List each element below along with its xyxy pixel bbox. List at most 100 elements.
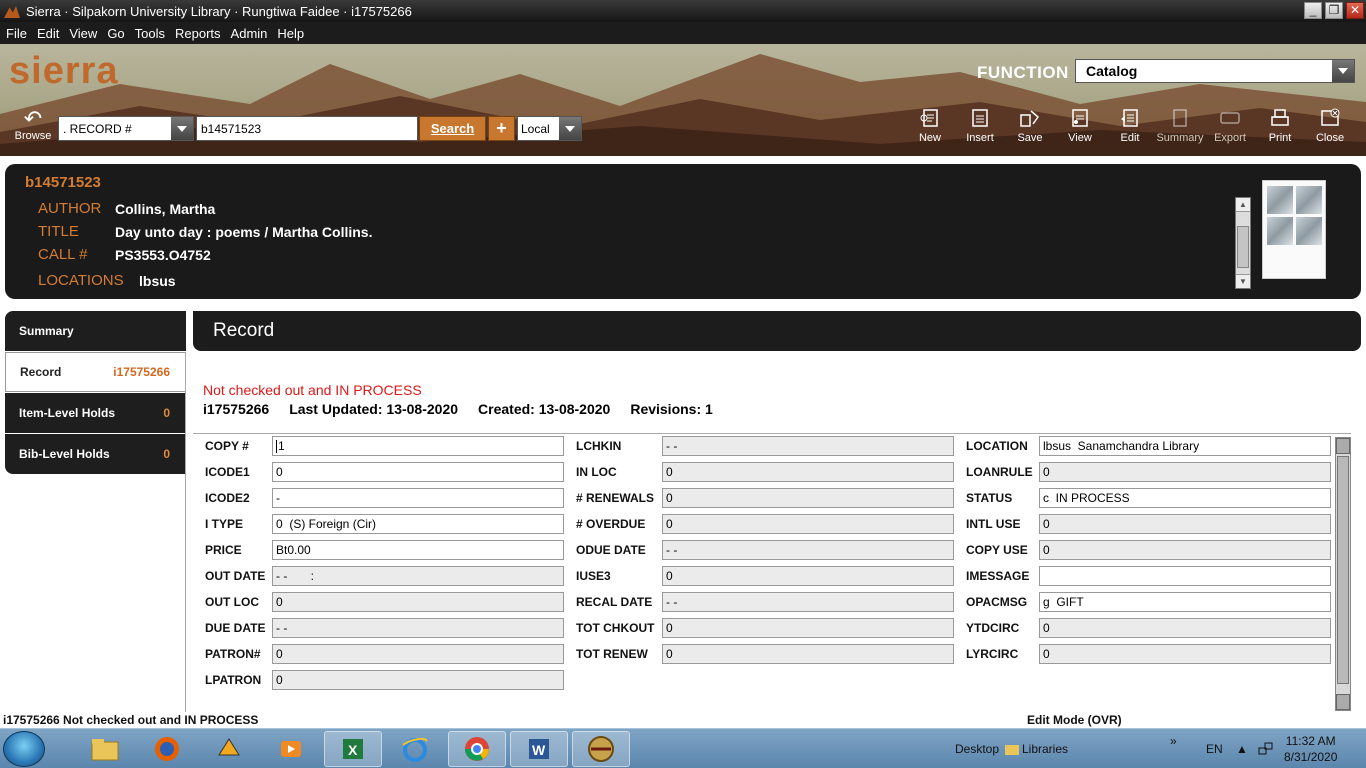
field-value[interactable]: lbsus Sanamchandra Library	[1039, 436, 1331, 456]
bib-call-row: CALL # PS3553.O4752	[38, 246, 211, 263]
system-clock[interactable]: 11:32 AM 8/31/2020	[1284, 733, 1337, 765]
new-button[interactable]: New	[905, 104, 955, 144]
field-value[interactable]: 0	[1039, 462, 1331, 482]
scroll-thumb[interactable]	[1237, 226, 1249, 268]
field-label: LOCATION	[966, 439, 1028, 453]
field-label: YTDCIRC	[966, 621, 1020, 635]
field-value[interactable]: c IN PROCESS	[1039, 488, 1331, 508]
nav-summary-label: Summary	[19, 324, 74, 338]
window-close-button[interactable]: ✕	[1346, 2, 1364, 19]
field-label: LPATRON	[205, 673, 262, 687]
chevron-down-icon[interactable]	[171, 117, 193, 140]
scroll-thumb[interactable]	[1337, 456, 1349, 684]
record-id: i17575266	[203, 401, 270, 417]
nav-summary[interactable]: Summary	[5, 311, 186, 351]
excel-taskbar-icon[interactable]: X	[324, 731, 382, 767]
menu-help[interactable]: Help	[277, 26, 304, 41]
search-input[interactable]	[196, 116, 418, 141]
field-value[interactable]: 0	[1039, 644, 1331, 664]
libraries-toolbar[interactable]: Libraries	[1005, 729, 1068, 768]
menu-file[interactable]: File	[6, 26, 27, 41]
field-location: LOCATION lbsus Sanamchandra Library	[0, 436, 1366, 456]
summary-button[interactable]: Summary	[1155, 104, 1205, 144]
export-button[interactable]: Export	[1205, 104, 1255, 144]
menu-go[interactable]: Go	[107, 26, 124, 41]
edit-button[interactable]: Edit	[1105, 104, 1155, 144]
field-label: LYRCIRC	[966, 647, 1019, 661]
minimize-button[interactable]: _	[1304, 2, 1322, 19]
menu-tools[interactable]: Tools	[135, 26, 165, 41]
field-label: STATUS	[966, 491, 1013, 505]
function-value: Catalog	[1086, 63, 1138, 79]
word-taskbar-icon[interactable]: W	[510, 731, 568, 767]
chevron-down-icon[interactable]	[1332, 60, 1354, 82]
scroll-down-icon[interactable]: ▼	[1236, 274, 1250, 288]
menu-admin[interactable]: Admin	[231, 26, 268, 41]
record-revisions: Revisions: 1	[630, 401, 713, 417]
insert-button[interactable]: Insert	[955, 104, 1005, 144]
print-button[interactable]: Print	[1255, 104, 1305, 144]
firefox-taskbar-icon[interactable]	[138, 731, 196, 767]
record-type-select[interactable]: . RECORD #	[58, 116, 194, 141]
field-value[interactable]: g GIFT	[1039, 592, 1331, 612]
field-value[interactable]: 0	[1039, 514, 1331, 534]
insert-icon	[972, 109, 988, 127]
winamp-taskbar-icon[interactable]	[200, 731, 258, 767]
scope-select[interactable]: Local	[517, 116, 582, 141]
network-icon[interactable]	[1258, 729, 1274, 768]
scroll-up-icon[interactable]	[1336, 438, 1350, 454]
summary-label: Summary	[1156, 132, 1204, 144]
field-value[interactable]: 0	[1039, 540, 1331, 560]
field-value[interactable]	[1039, 566, 1331, 586]
ie-taskbar-icon[interactable]	[386, 731, 444, 767]
insert-label: Insert	[966, 132, 994, 144]
function-select[interactable]: Catalog	[1075, 59, 1355, 83]
show-hidden-icons-icon[interactable]: ▲	[1236, 729, 1248, 768]
language-indicator[interactable]: EN	[1206, 729, 1223, 768]
field-value[interactable]: 0	[1039, 618, 1331, 638]
add-search-button[interactable]: +	[488, 116, 515, 141]
chevron-down-icon[interactable]	[559, 117, 581, 140]
nav-record[interactable]: Record i17575266	[5, 352, 186, 392]
menu-edit[interactable]: Edit	[37, 26, 59, 41]
desktop-label: Desktop	[955, 742, 1000, 756]
record-type-value: . RECORD #	[63, 121, 132, 136]
print-icon	[1271, 109, 1289, 126]
fields-scrollbar[interactable]	[1335, 437, 1351, 711]
scope-value: Local	[521, 121, 550, 136]
media-player-taskbar-icon[interactable]	[262, 731, 320, 767]
sierra-taskbar-icon[interactable]	[572, 731, 630, 767]
browse-label: Browse	[14, 130, 52, 142]
save-button[interactable]: Save	[1005, 104, 1055, 144]
field-loanrule: LOANRULE 0	[0, 462, 1366, 482]
field-label: COPY USE	[966, 543, 1028, 557]
bib-scrollbar[interactable]: ▲ ▼	[1235, 197, 1251, 289]
chrome-taskbar-icon[interactable]	[448, 731, 506, 767]
export-label: Export	[1214, 132, 1246, 144]
view-label: View	[1068, 132, 1092, 144]
save-icon	[1020, 110, 1040, 127]
browse-button[interactable]: ↶ Browse	[12, 106, 54, 143]
view-button[interactable]: View	[1055, 104, 1105, 144]
new-label: New	[918, 132, 941, 144]
folder-icon	[1005, 745, 1019, 755]
menu-reports[interactable]: Reports	[175, 26, 221, 41]
locations-label: LOCATIONS	[38, 272, 124, 289]
toolbar-chevron[interactable]: »	[1170, 721, 1177, 761]
author-value: Collins, Martha	[115, 200, 216, 217]
circulation-status: Not checked out and IN PROCESS	[203, 382, 422, 398]
nav-item-level-holds[interactable]: Item-Level Holds 0	[5, 393, 186, 433]
start-button[interactable]	[3, 731, 45, 767]
close-record-button[interactable]: Close	[1305, 104, 1355, 144]
field-value[interactable]: 0	[272, 670, 564, 690]
menu-view[interactable]: View	[69, 26, 97, 41]
explorer-taskbar-icon[interactable]	[76, 731, 134, 767]
status-bar: i17575266 Not checked out and IN PROCESS…	[0, 712, 1366, 728]
bib-number[interactable]: b14571523	[25, 174, 101, 191]
desktop-toolbar[interactable]: Desktop	[940, 729, 999, 768]
back-arrow-icon: ↶	[23, 106, 43, 131]
scroll-up-icon[interactable]: ▲	[1236, 198, 1250, 212]
search-button[interactable]: Search	[419, 116, 486, 141]
scroll-down-icon[interactable]	[1336, 694, 1350, 710]
maximize-button[interactable]: ❐	[1325, 2, 1343, 19]
